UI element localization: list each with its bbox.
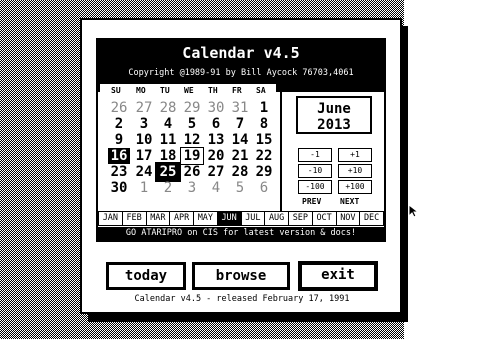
day-cell[interactable]: 4: [205, 180, 227, 196]
dialog-shadow-right: [402, 26, 408, 322]
day-cell[interactable]: 4: [157, 116, 179, 132]
weekday-header: FR: [232, 86, 242, 95]
day-cell[interactable]: 20: [205, 148, 227, 164]
day-cell[interactable]: 8: [253, 116, 275, 132]
month-button-nov[interactable]: NOV: [335, 211, 360, 226]
day-cell[interactable]: 13: [205, 132, 227, 148]
month-button-sep[interactable]: SEP: [288, 211, 312, 226]
month-button-jun[interactable]: JUN: [216, 211, 241, 226]
day-cell[interactable]: 2: [108, 116, 130, 132]
day-cell[interactable]: 19: [180, 147, 204, 165]
weekday-header: SA: [256, 86, 266, 95]
day-cell[interactable]: 5: [229, 180, 251, 196]
day-cell[interactable]: 3: [133, 116, 155, 132]
panel-divider: [280, 84, 282, 212]
day-cell[interactable]: 14: [229, 132, 251, 148]
release-footer: Calendar v4.5 - released February 17, 19…: [108, 294, 376, 304]
month-button-aug[interactable]: AUG: [264, 211, 288, 226]
month-button-dec[interactable]: DEC: [359, 211, 384, 226]
weekday-header: SU: [111, 86, 121, 95]
notice-bar: GO ATARIPRO on CIS for latest version & …: [98, 227, 384, 240]
day-cell[interactable]: 31: [229, 100, 251, 116]
day-cell[interactable]: 27: [133, 100, 155, 116]
month-button-may[interactable]: MAY: [193, 211, 217, 226]
month-button-jan[interactable]: JAN: [98, 211, 122, 226]
day-cell[interactable]: 28: [229, 164, 251, 180]
year-label: 2013: [317, 117, 351, 133]
year-minus-100-button[interactable]: -100: [298, 180, 332, 194]
month-selector: JAN FEB MAR APR MAY JUN JUL AUG SEP OCT NOV DEC: [98, 211, 384, 226]
day-cell[interactable]: 22: [253, 148, 275, 164]
day-cell[interactable]: 24: [133, 164, 155, 180]
month-button-jul[interactable]: JUL: [240, 211, 265, 226]
month-button-mar[interactable]: MAR: [145, 211, 170, 226]
day-cell[interactable]: 16: [108, 148, 130, 164]
day-cell[interactable]: 29: [253, 164, 275, 180]
month-button-feb[interactable]: FEB: [121, 211, 146, 226]
day-cell[interactable]: 9: [108, 132, 130, 148]
year-minus-1-button[interactable]: -1: [298, 148, 332, 162]
month-button-oct[interactable]: OCT: [311, 211, 336, 226]
desktop-background: [404, 0, 482, 339]
day-cell[interactable]: 28: [157, 100, 179, 116]
copyright-text: Copyright @1989-91 by Bill Aycock 76703,…: [128, 68, 354, 78]
year-plus-10-button[interactable]: +10: [338, 164, 372, 178]
day-cell[interactable]: 21: [229, 148, 251, 164]
app-title: Calendar v4.5: [182, 44, 300, 62]
dialog-shadow-bottom: [88, 314, 406, 322]
day-cell[interactable]: 10: [133, 132, 155, 148]
day-cell[interactable]: 26: [181, 164, 203, 180]
month-label: June: [317, 101, 351, 117]
weekday-header: MO: [136, 86, 146, 95]
day-cell[interactable]: 27: [205, 164, 227, 180]
next-label: NEXT: [340, 197, 360, 206]
year-plus-1-button[interactable]: +1: [338, 148, 372, 162]
weekday-header: TU: [160, 86, 170, 95]
today-button[interactable]: today: [106, 262, 186, 290]
exit-button[interactable]: exit: [298, 261, 378, 291]
day-cell[interactable]: 30: [108, 180, 130, 196]
day-cell[interactable]: 23: [108, 164, 130, 180]
prev-label: PREV: [302, 197, 322, 206]
day-cell[interactable]: 5: [181, 116, 203, 132]
mouse-pointer-icon: [408, 204, 420, 218]
day-cell[interactable]: 11: [157, 132, 179, 148]
day-cell[interactable]: 6: [253, 180, 275, 196]
day-cell[interactable]: 2: [157, 180, 179, 196]
day-cell[interactable]: 1: [253, 100, 275, 116]
day-cell[interactable]: 26: [108, 100, 130, 116]
month-button-apr[interactable]: APR: [169, 211, 193, 226]
browse-button[interactable]: browse: [192, 262, 290, 290]
day-cell[interactable]: 7: [229, 116, 251, 132]
day-cell[interactable]: 6: [205, 116, 227, 132]
day-cell[interactable]: 29: [181, 100, 203, 116]
weekday-header: WE: [184, 86, 194, 95]
weekday-header: TH: [208, 86, 218, 95]
day-cell[interactable]: 12: [181, 132, 203, 148]
year-plus-100-button[interactable]: +100: [338, 180, 372, 194]
day-cell[interactable]: 1: [133, 180, 155, 196]
day-cell[interactable]: 3: [181, 180, 203, 196]
day-cell[interactable]: 30: [205, 100, 227, 116]
day-cell[interactable]: 18: [157, 148, 179, 164]
day-cell[interactable]: 17: [133, 148, 155, 164]
day-cell[interactable]: 25: [155, 162, 181, 182]
month-year-display: June 2013: [296, 96, 372, 134]
year-minus-10-button[interactable]: -10: [298, 164, 332, 178]
day-cell[interactable]: 15: [253, 132, 275, 148]
